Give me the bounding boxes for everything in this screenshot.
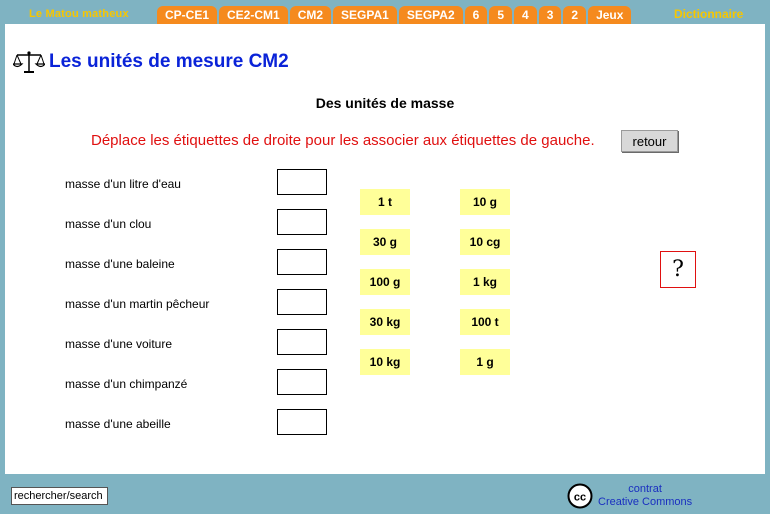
tab-4[interactable]: 4: [514, 6, 537, 24]
drop-box-baleine[interactable]: [277, 249, 327, 275]
search-input[interactable]: [11, 487, 108, 505]
level-tabs: CP-CE1 CE2-CM1 CM2 SEGPA1 SEGPA2 6 5 4 3…: [157, 6, 632, 24]
tab-6[interactable]: 6: [464, 6, 488, 24]
page-header: Les unités de mesure CM2: [13, 50, 289, 74]
drop-box-chimpanze[interactable]: [277, 369, 327, 395]
top-navigation: Le Matou matheux CP-CE1 CE2-CM1 CM2 SEGP…: [0, 0, 770, 24]
tab-ce2-cm1[interactable]: CE2-CM1: [219, 6, 288, 24]
creative-commons-link[interactable]: contrat Creative Commons: [598, 483, 692, 509]
tag-1-g[interactable]: 1 g: [460, 349, 510, 375]
tab-cm2[interactable]: CM2: [289, 6, 332, 24]
exercise-subtitle: Des unités de masse: [315, 95, 455, 111]
tag-30-kg[interactable]: 30 kg: [360, 309, 410, 335]
tab-jeux[interactable]: Jeux: [588, 6, 632, 24]
tab-cp-ce1[interactable]: CP-CE1: [157, 6, 218, 24]
page-title: Les unités de mesure CM2: [49, 51, 289, 72]
tag-1-t[interactable]: 1 t: [360, 189, 410, 215]
tab-segpa2[interactable]: SEGPA2: [398, 6, 463, 24]
label-baleine: masse d'une baleine: [65, 257, 175, 271]
help-button[interactable]: ?: [660, 251, 696, 288]
tag-100-g[interactable]: 100 g: [360, 269, 410, 295]
cc-icon-glyph: cc: [574, 492, 586, 504]
drop-box-abeille[interactable]: [277, 409, 327, 435]
drop-box-clou[interactable]: [277, 209, 327, 235]
tag-100-t[interactable]: 100 t: [460, 309, 510, 335]
cc-line-contrat: contrat: [628, 483, 662, 495]
drop-box-martin-pecheur[interactable]: [277, 289, 327, 315]
tag-10-kg[interactable]: 10 kg: [360, 349, 410, 375]
tag-30-g[interactable]: 30 g: [360, 229, 410, 255]
back-button[interactable]: retour: [621, 130, 678, 152]
drop-box-litre-eau[interactable]: [277, 169, 327, 195]
tab-3[interactable]: 3: [538, 6, 562, 24]
creative-commons-icon[interactable]: cc: [567, 483, 593, 509]
label-litre-eau: masse d'un litre d'eau: [65, 177, 181, 191]
tab-2[interactable]: 2: [563, 6, 587, 24]
balance-scale-icon: [13, 51, 45, 73]
cc-line-creative-commons: Creative Commons: [598, 496, 693, 508]
dictionary-link[interactable]: Dictionnaire: [674, 7, 743, 21]
tag-10-cg[interactable]: 10 cg: [460, 229, 510, 255]
drop-box-voiture[interactable]: [277, 329, 327, 355]
instruction-text: Déplace les étiquettes de droite pour le…: [91, 132, 595, 149]
tab-5[interactable]: 5: [489, 6, 513, 24]
site-logo-text[interactable]: Le Matou matheux: [29, 8, 129, 20]
label-chimpanze: masse d'un chimpanzé: [65, 377, 188, 391]
tag-1-kg[interactable]: 1 kg: [460, 269, 510, 295]
label-abeille: masse d'une abeille: [65, 417, 171, 431]
label-voiture: masse d'une voiture: [65, 337, 173, 351]
tab-segpa1[interactable]: SEGPA1: [333, 6, 397, 24]
tag-10-g[interactable]: 10 g: [460, 189, 510, 215]
label-clou: masse d'un clou: [65, 217, 152, 231]
exercise-panel: Les unités de mesure CM2 Des unités de m…: [5, 24, 765, 474]
label-martin-pecheur: masse d'un martin pêcheur: [65, 297, 210, 311]
